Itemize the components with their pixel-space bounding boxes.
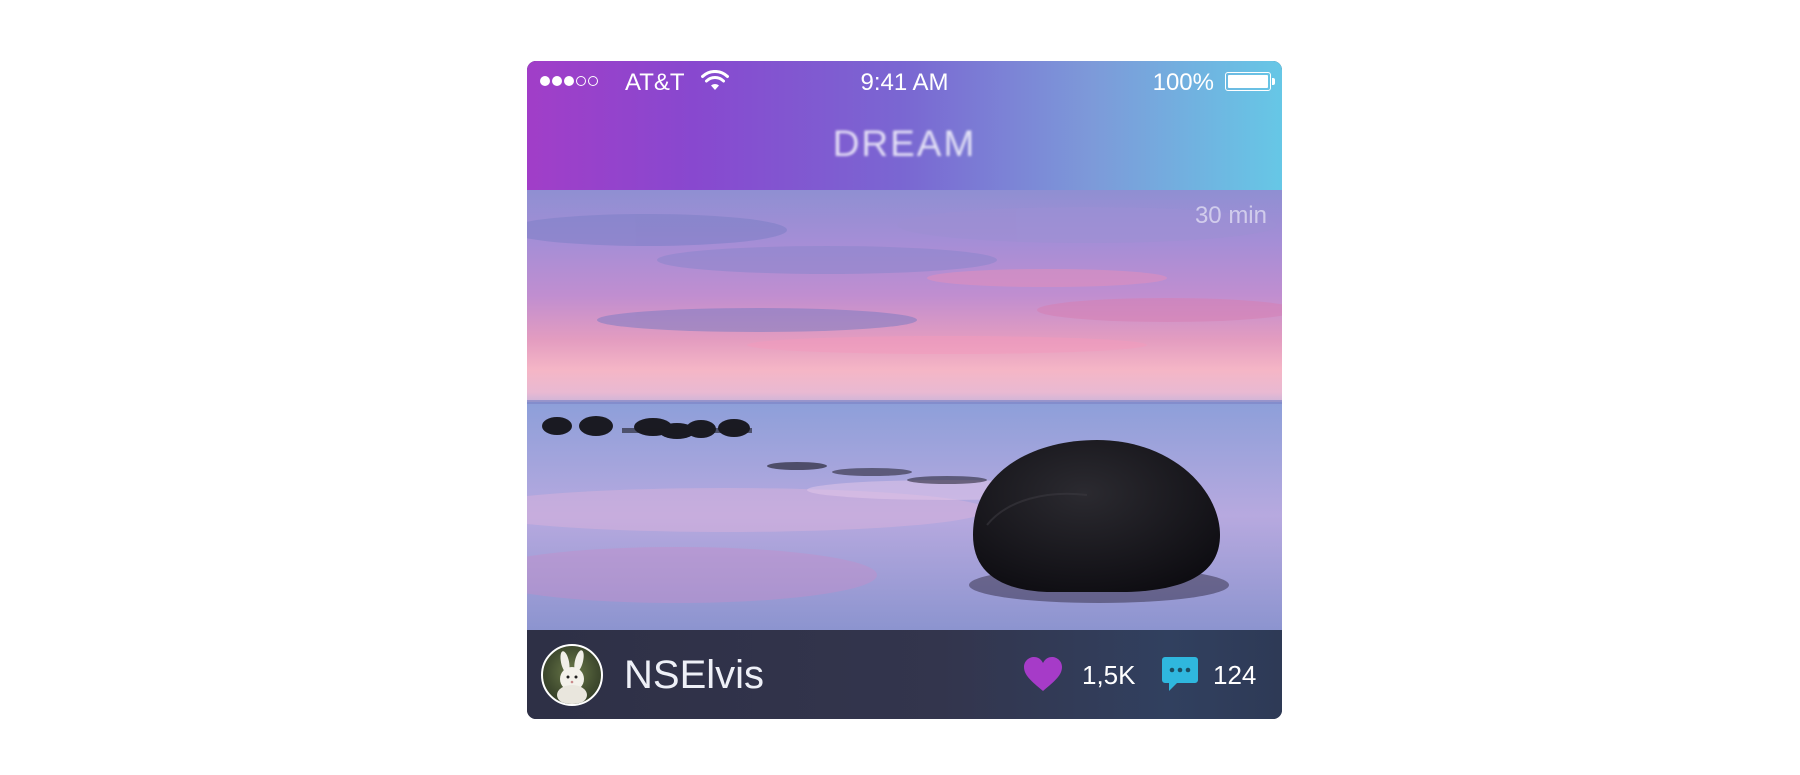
heart-icon[interactable] (1023, 656, 1063, 692)
post-time-label: 30 min (1194, 202, 1267, 229)
battery-tip (1272, 78, 1275, 85)
post-photo[interactable]: 30 min (527, 190, 1282, 630)
username[interactable]: NSElvis (624, 652, 764, 698)
battery-percent: 100% (1152, 69, 1214, 96)
page-title: DREAM (832, 123, 977, 164)
app-header: AT&T 9:41 AM 100% DREAM (527, 61, 1282, 190)
avatar[interactable] (541, 644, 603, 706)
post-card: AT&T 9:41 AM 100% DREAM 30 min NSElvis 1… (527, 61, 1282, 719)
comment-bubble-icon[interactable] (1161, 656, 1199, 694)
comments-count: 124 (1213, 660, 1257, 690)
photo-scenery (527, 207, 1282, 630)
status-bar: AT&T 9:41 AM 100% (527, 61, 1282, 103)
avatar-bunny-icon (557, 650, 587, 704)
post-footer: NSElvis 1,5K 124 (527, 630, 1282, 719)
battery-icon (1225, 72, 1271, 91)
likes-count: 1,5K (1082, 660, 1136, 690)
